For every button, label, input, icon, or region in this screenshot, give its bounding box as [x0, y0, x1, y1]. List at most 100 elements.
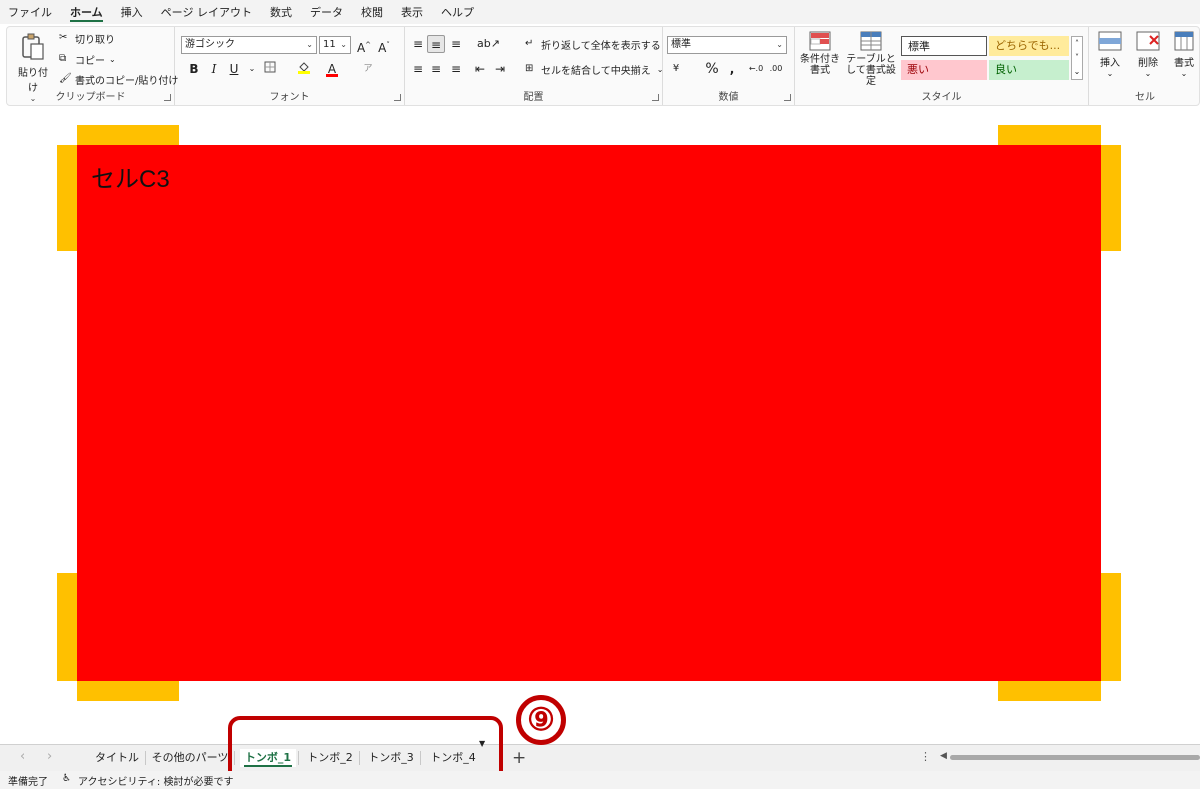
- cut-button[interactable]: ✂ 切り取り: [59, 31, 115, 46]
- style-normal[interactable]: 標準: [901, 36, 987, 56]
- style-bad[interactable]: 悪い: [901, 60, 987, 80]
- conditional-formatting-button[interactable]: 条件付き書式: [799, 31, 841, 76]
- orientation-icon[interactable]: ab↗: [477, 35, 500, 53]
- table-icon: [860, 31, 882, 51]
- number-format-select[interactable]: 標準 ⌄: [667, 36, 787, 54]
- format-as-table-label: テーブルとして書式設定: [846, 54, 896, 87]
- cells-group: 挿入 ⌄ 削除 ⌄ 書式 ⌄ セル: [1089, 27, 1200, 105]
- clipboard-launcher-icon[interactable]: [164, 94, 171, 101]
- increase-indent-icon[interactable]: ⇥: [491, 60, 509, 78]
- ribbon: 貼り付け ⌄ ✂ 切り取り ⧉ コピー ⌄ 🖌 書式のコピー/貼り付け クリップボード…: [6, 26, 1200, 106]
- underline-button[interactable]: U: [225, 60, 243, 78]
- font-launcher-icon[interactable]: [394, 94, 401, 101]
- conditional-formatting-label: 条件付き書式: [800, 54, 840, 76]
- menu-tab-page-layout[interactable]: ページ レイアウト: [161, 0, 252, 24]
- merge-center-button[interactable]: ⊞ セルを結合して中央揃え ⌄: [525, 62, 663, 77]
- decrease-indent-icon[interactable]: ⇤: [471, 60, 489, 78]
- fill-color-button[interactable]: [295, 60, 313, 78]
- styles-gallery-scroll[interactable]: ˄ ˅ ⌄: [1071, 36, 1083, 80]
- wrap-text-label: 折り返して全体を表示する: [541, 41, 661, 52]
- alignment-launcher-icon[interactable]: [652, 94, 659, 101]
- font-size-value: 11: [323, 39, 336, 50]
- align-left-icon[interactable]: ≡: [409, 60, 427, 78]
- menu-tab-review[interactable]: 校閲: [361, 0, 383, 24]
- format-as-table-button[interactable]: テーブルとして書式設定: [845, 31, 897, 87]
- number-launcher-icon[interactable]: [784, 94, 791, 101]
- format-painter-button[interactable]: 🖌 書式のコピー/貼り付け: [59, 72, 178, 87]
- more-options-icon[interactable]: ⋮: [920, 750, 931, 763]
- conditional-formatting-icon: [809, 31, 831, 51]
- increase-decimal-icon[interactable]: ←.0: [747, 60, 765, 78]
- align-right-icon[interactable]: ≡: [447, 60, 465, 78]
- increase-font-size-button[interactable]: A^: [355, 36, 373, 55]
- align-top-icon[interactable]: ≡: [409, 35, 427, 53]
- comma-style-button[interactable]: ,: [723, 60, 741, 78]
- status-bar: 準備完了 ♿ アクセシビリティ: 検討が必要です: [0, 771, 1200, 789]
- sheet-tab-title[interactable]: タイトル: [94, 749, 140, 767]
- delete-cells-label: 削除: [1138, 58, 1158, 69]
- scroll-tabs-right-icon[interactable]: ›: [47, 749, 52, 764]
- menu-tab-view[interactable]: 表示: [401, 0, 423, 24]
- crop-mark-bottom-right-v: [1101, 573, 1121, 681]
- status-ready: 準備完了: [8, 777, 48, 788]
- chevron-down-icon: ⌄: [1144, 69, 1152, 78]
- cells-group-label: セル: [1135, 92, 1155, 103]
- align-bottom-icon[interactable]: ≡: [447, 35, 465, 53]
- excel-window: { "menu": { "tabs": ["ファイル", "ホーム", "挿入"…: [0, 0, 1200, 789]
- border-button[interactable]: [261, 60, 279, 78]
- chevron-down-icon: ⌄: [776, 40, 783, 49]
- copy-icon: ⧉: [59, 53, 67, 64]
- menu-tab-file[interactable]: ファイル: [8, 0, 52, 24]
- crop-mark-bottom-right-h: [998, 681, 1101, 701]
- wrap-text-icon: ↵: [525, 38, 534, 49]
- delete-cells-icon: [1136, 31, 1160, 51]
- menu-tab-insert[interactable]: 挿入: [121, 0, 143, 24]
- crop-mark-top-right-h: [998, 125, 1101, 145]
- format-cells-button[interactable]: 書式 ⌄: [1169, 31, 1199, 78]
- crop-mark-top-left-v: [57, 145, 77, 251]
- status-accessibility[interactable]: アクセシビリティ: 検討が必要です: [78, 773, 233, 788]
- copy-label: コピー: [75, 56, 105, 67]
- bold-button[interactable]: B: [185, 60, 203, 78]
- cell-c3-fill[interactable]: セルC3: [77, 145, 1101, 681]
- format-painter-label: 書式のコピー/貼り付け: [75, 76, 179, 87]
- brush-icon: 🖌: [59, 73, 72, 84]
- paste-icon: [22, 33, 44, 60]
- percent-button[interactable]: %: [703, 60, 721, 78]
- wrap-text-button[interactable]: ↵ 折り返して全体を表示する: [525, 37, 661, 52]
- worksheet-area[interactable]: セルC3: [0, 107, 1200, 744]
- style-neutral[interactable]: どちらでも...: [989, 36, 1069, 56]
- decrease-decimal-icon[interactable]: .00: [767, 60, 785, 78]
- cut-label: 切り取り: [75, 35, 115, 46]
- scroll-tabs-left-icon[interactable]: ‹: [20, 749, 25, 764]
- format-cells-label: 書式: [1174, 58, 1194, 69]
- menu-tab-help[interactable]: ヘルプ: [441, 0, 474, 24]
- menu-tab-data[interactable]: データ: [310, 0, 343, 24]
- insert-cells-button[interactable]: 挿入 ⌄: [1095, 31, 1125, 78]
- merge-icon: ⊞: [525, 63, 534, 74]
- phonetic-icon[interactable]: ア: [359, 60, 377, 78]
- font-color-button[interactable]: A: [323, 60, 341, 78]
- align-middle-icon[interactable]: ≡: [427, 35, 445, 53]
- copy-button[interactable]: ⧉ コピー ⌄: [59, 52, 116, 67]
- add-sheet-button[interactable]: +: [512, 748, 526, 768]
- cell-c3-text: セルC3: [91, 166, 170, 193]
- menu-tab-home[interactable]: ホーム: [70, 0, 103, 24]
- menu-tab-formulas[interactable]: 数式: [270, 0, 292, 24]
- currency-icon[interactable]: ¥: [667, 60, 685, 78]
- sheet-tab-other-parts[interactable]: その他のパーツ: [151, 749, 229, 767]
- horizontal-scrollbar[interactable]: [950, 755, 1200, 760]
- style-good[interactable]: 良い: [989, 60, 1069, 80]
- align-center-icon[interactable]: ≡: [427, 60, 445, 78]
- copy-dropdown-icon[interactable]: ⌄: [109, 55, 116, 64]
- number-format-value: 標準: [671, 39, 691, 50]
- italic-button[interactable]: I: [205, 60, 223, 78]
- delete-cells-button[interactable]: 削除 ⌄: [1133, 31, 1163, 78]
- scroll-left-icon[interactable]: ◀: [940, 751, 947, 761]
- underline-dropdown-icon[interactable]: ⌄: [243, 60, 261, 78]
- clipboard-group-label: クリップボード: [55, 92, 126, 103]
- font-size-select[interactable]: 11 ⌄: [319, 36, 351, 54]
- chevron-down-icon: ⌄: [306, 40, 313, 49]
- font-name-select[interactable]: 游ゴシック ⌄: [181, 36, 317, 54]
- decrease-font-size-button[interactable]: A˅: [375, 36, 393, 55]
